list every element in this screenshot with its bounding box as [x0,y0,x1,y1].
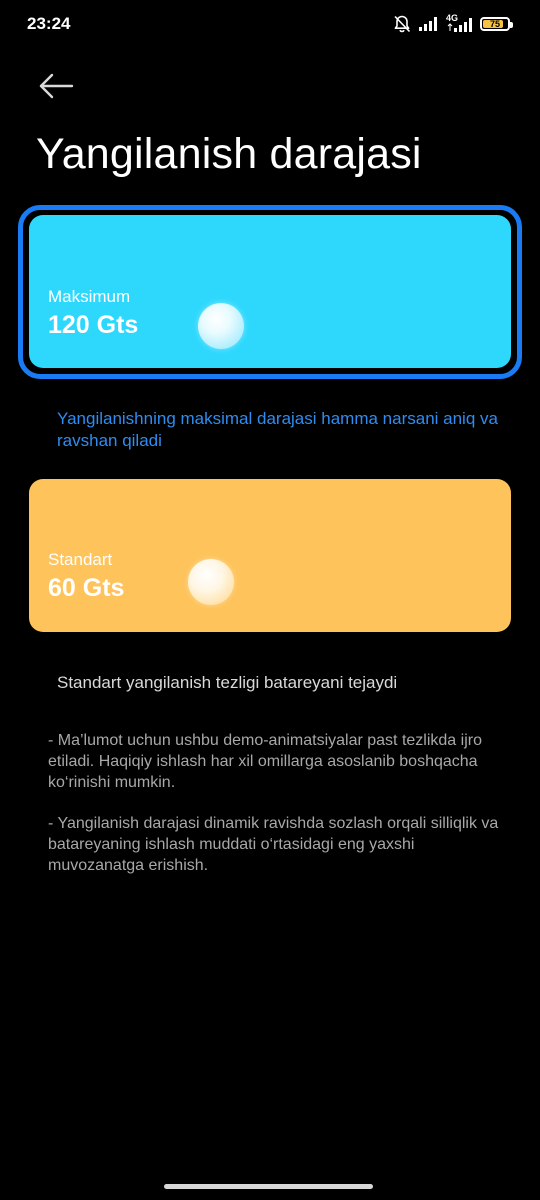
back-button[interactable] [30,66,80,106]
bell-muted-icon [392,14,412,34]
option-card-maksimum[interactable]: Maksimum 120 Gts [29,215,511,368]
option-card-standart[interactable]: Standart 60 Gts [29,479,511,632]
option-description-standart: Standart yangilanish tezligi batareyani … [57,673,398,692]
status-icons: 4G 75 [392,13,513,34]
option-value: 60 Gts [48,574,125,602]
signal-icon [418,16,440,32]
status-time: 23:24 [27,14,71,33]
home-indicator[interactable] [164,1184,373,1189]
option-label: Standart [48,550,113,569]
page-title: Yangilanish darajasi [36,130,422,178]
battery-icon: 75 [480,17,513,31]
info-note: - Ma’lumot uchun ushbu demo-animatsiyala… [48,732,482,791]
status-bar: 23:24 4G 75 [0,0,540,50]
animation-orb [188,559,234,605]
option-description-maksimum: Yangilanishning maksimal darajasi hamma … [57,409,498,450]
animation-orb [198,303,244,349]
option-label: Maksimum [48,287,131,306]
signal-4g-icon: 4G [446,13,474,33]
option-value: 120 Gts [48,311,139,339]
info-note: - Yangilanish darajasi dinamik ravishda … [48,815,499,874]
battery-level-text: 75 [489,19,500,29]
